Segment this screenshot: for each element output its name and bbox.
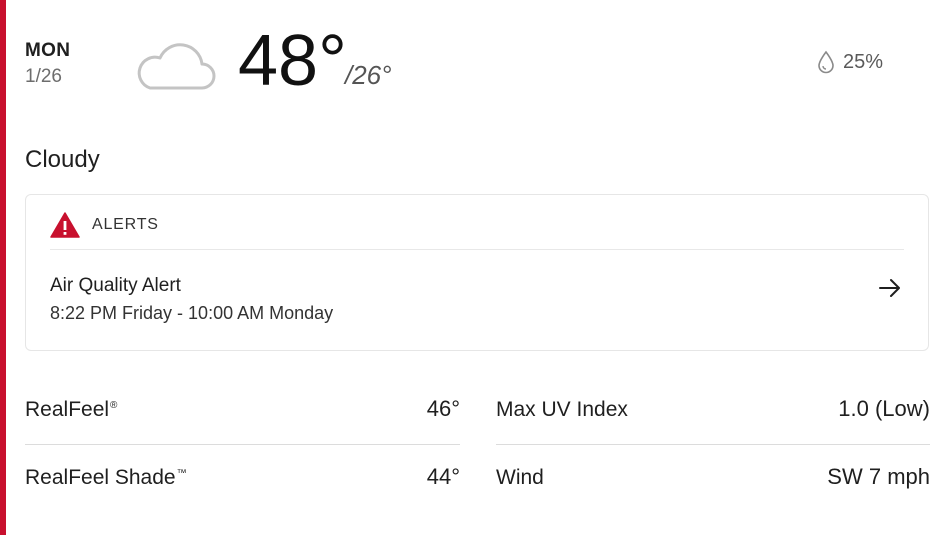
registered-mark: ® (110, 400, 118, 411)
alert-time: 8:22 PM Friday - 10:00 AM Monday (50, 303, 334, 323)
arrow-right-icon[interactable] (878, 277, 902, 299)
wind-value: SW 7 mph (827, 464, 930, 489)
wind-label: Wind (496, 466, 544, 489)
alerts-label: ALERTS (92, 216, 159, 233)
accent-bar (0, 0, 6, 535)
cloud-icon (137, 43, 216, 90)
precipitation: 25% (816, 50, 883, 74)
alert-header: ALERTS (50, 211, 159, 239)
detail-divider (25, 444, 460, 445)
realfeel-shade-value: 44° (426, 464, 460, 489)
detail-divider (496, 444, 930, 445)
realfeel-value: 46° (426, 396, 460, 421)
trademark-mark: ™ (176, 468, 187, 479)
alert-title[interactable]: Air Quality Alert (50, 275, 181, 297)
temperature-high: 48° (238, 21, 347, 101)
day-label: MON 1/26 (25, 40, 70, 88)
warning-triangle-icon (50, 212, 80, 238)
realfeel-shade-label: RealFeel Shade™ (25, 466, 187, 489)
max-uv-label: Max UV Index (496, 398, 628, 421)
max-uv-value: 1.0 (Low) (838, 396, 930, 421)
day-date: 1/26 (25, 66, 62, 87)
realfeel-label: RealFeel® (25, 398, 118, 421)
day-of-week: MON (25, 40, 71, 61)
temperature-low: /26° (345, 60, 392, 90)
raindrop-icon (818, 50, 834, 74)
alert-card[interactable]: ALERTS Air Quality Alert 8:22 PM Friday … (25, 194, 929, 351)
precipitation-value: 25% (843, 50, 884, 73)
weather-phrase: Cloudy (25, 146, 100, 173)
alert-divider (50, 249, 904, 250)
